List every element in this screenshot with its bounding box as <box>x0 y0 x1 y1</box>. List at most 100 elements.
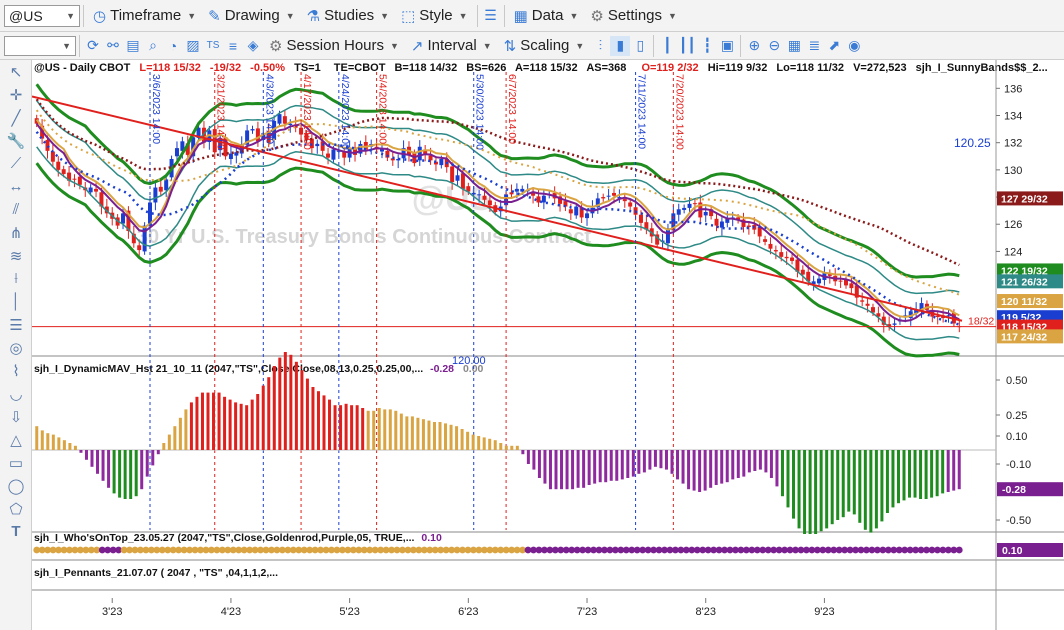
histogram-bar <box>753 450 757 471</box>
data-menu[interactable]: ▦ Data ▼ <box>508 4 585 28</box>
clock-icon: ◷ <box>93 7 107 25</box>
histogram-bar <box>896 450 900 504</box>
histogram-bar <box>554 450 558 490</box>
candlestick-icon[interactable]: ▮ <box>610 35 631 56</box>
histogram-bar <box>885 450 889 513</box>
studies-menu[interactable]: ⚗ Studies ▼ <box>301 4 395 28</box>
candle-body <box>865 303 870 306</box>
zoom-out-icon[interactable]: ⊖ <box>764 36 784 56</box>
osc-tick-label: 0.25 <box>1006 410 1027 422</box>
histogram-bar <box>880 450 884 522</box>
shapes-icon[interactable]: ◈ <box>243 36 263 56</box>
event-line-label: 7/20/2023 14:00 <box>673 74 685 150</box>
add-chart-icon[interactable]: ⬈ <box>824 36 844 56</box>
histogram-bar <box>156 450 160 455</box>
histogram-bar <box>957 450 961 490</box>
candle-body <box>61 169 66 174</box>
time-sales-icon[interactable]: TS <box>203 36 223 56</box>
bars-fit-icon[interactable]: ┇ <box>697 36 717 56</box>
zoom-in-icon[interactable]: ⊕ <box>744 36 764 56</box>
refresh-icon[interactable]: ⟳ <box>83 36 103 56</box>
time-tick-label: 7'23 <box>577 606 597 618</box>
histogram-bar <box>687 450 691 490</box>
candle-body <box>682 207 687 210</box>
histogram-bar <box>212 392 216 450</box>
arrows-icon[interactable]: ↔ <box>0 175 32 198</box>
header-high: Hi=119 9/32 <box>708 62 768 74</box>
style-menu[interactable]: ⬚ Style ▼ <box>395 4 473 28</box>
histogram-bar <box>598 450 602 483</box>
studies-label: Studies <box>324 7 375 24</box>
histogram-bar <box>421 419 425 450</box>
gauge-icon[interactable]: ◔ <box>163 36 183 56</box>
window-icon[interactable]: ▣ <box>717 36 737 56</box>
candle-body <box>94 188 99 192</box>
rectangle-icon[interactable]: ▭ <box>0 451 32 474</box>
histogram-bar <box>935 450 939 497</box>
histogram-bar <box>758 450 762 470</box>
candle-body <box>331 149 336 160</box>
arrow-down-icon[interactable]: ⇩ <box>0 405 32 428</box>
time-tick-label: 3'23 <box>102 606 122 618</box>
spiral-icon[interactable]: ◎ <box>0 336 32 359</box>
pitchfork-icon[interactable]: ⋔ <box>0 221 32 244</box>
drawing-menu[interactable]: ✎ Drawing ▼ <box>202 4 301 28</box>
quick-entry-input[interactable]: ▼ <box>4 35 76 56</box>
fibonacci-icon[interactable]: ≋ <box>0 244 32 267</box>
triangle-icon[interactable]: △ <box>0 428 32 451</box>
layout-icon[interactable]: ☰ <box>481 6 501 26</box>
vertical-line-icon[interactable]: │ <box>0 290 32 313</box>
link-icon[interactable]: ⚯ <box>103 36 123 56</box>
event-line-label: 5/30/2023 14:00 <box>474 74 486 150</box>
bars-narrow-icon[interactable]: ┃ <box>657 36 677 56</box>
histogram-bar <box>173 426 177 450</box>
candle-body <box>768 243 773 249</box>
histogram-bar <box>720 450 724 484</box>
gann-icon[interactable]: ⟊ <box>0 267 32 290</box>
histogram-bar <box>289 354 293 450</box>
hollow-candle-icon[interactable]: ▯ <box>630 36 650 56</box>
magnify-icon[interactable]: ⌕ <box>143 36 163 56</box>
text-icon[interactable]: T <box>0 520 32 543</box>
red-level-label: 18/32 <box>968 316 994 328</box>
candle-body <box>164 179 169 191</box>
ohlc-bars-icon[interactable]: ⫶ <box>590 36 610 56</box>
cursor-icon[interactable]: ↖ <box>0 60 32 83</box>
histogram-bar <box>96 450 100 474</box>
ray-icon[interactable]: ⟋ <box>0 152 32 175</box>
channel-icon[interactable]: ⫽ <box>0 198 32 221</box>
ellipse-icon[interactable]: ◯ <box>0 474 32 497</box>
histogram-bar <box>134 450 138 497</box>
histogram-bar <box>51 434 55 450</box>
crosshair-icon[interactable]: ✛ <box>0 83 32 106</box>
timeframe-menu[interactable]: ◷ Timeframe ▼ <box>87 4 202 28</box>
image-icon[interactable]: ▨ <box>183 36 203 56</box>
calendar-icon[interactable]: ▤ <box>123 36 143 56</box>
symbol-input[interactable]: @US ▼ <box>4 4 80 27</box>
arc-icon[interactable]: ◡ <box>0 382 32 405</box>
histogram-bar <box>869 450 873 533</box>
histogram-bar <box>626 450 630 478</box>
session-hours-menu[interactable]: ⚙ Session Hours ▼ <box>263 34 405 58</box>
gear-icon: ⚙ <box>269 37 283 55</box>
chart-area[interactable]: 30 Yr U.S. Treasury Bonds Continuous Con… <box>32 60 1064 630</box>
candle-body <box>250 129 255 131</box>
scaling-menu[interactable]: ⇅ Scaling ▼ <box>498 34 591 58</box>
main-toolbar: @US ▼ ◷ Timeframe ▼ ✎ Drawing ▼ ⚗ Studie… <box>0 0 1064 32</box>
ladder-icon[interactable]: ≡ <box>223 36 243 56</box>
grid-view-icon[interactable]: ▦ <box>784 36 804 56</box>
interval-menu[interactable]: ↗ Interval ▼ <box>405 34 498 58</box>
horizontal-lines-icon[interactable]: ☰ <box>0 313 32 336</box>
eye-icon[interactable]: ◉ <box>844 36 864 56</box>
cycle-icon[interactable]: ⌇ <box>0 359 32 382</box>
wrench-icon[interactable]: 🔧 <box>0 129 32 152</box>
histogram-bar <box>615 450 619 481</box>
histogram-bar <box>350 405 354 450</box>
bars-wide-icon[interactable]: ┃┃ <box>677 36 697 56</box>
histogram-bar <box>438 422 442 450</box>
polygon-icon[interactable]: ⬠ <box>0 497 32 520</box>
list-icon[interactable]: ≣ <box>804 36 824 56</box>
histogram-bar <box>129 450 133 499</box>
trendline-icon[interactable]: ╱ <box>0 106 32 129</box>
settings-menu[interactable]: ⚙ Settings ▼ <box>584 4 683 28</box>
